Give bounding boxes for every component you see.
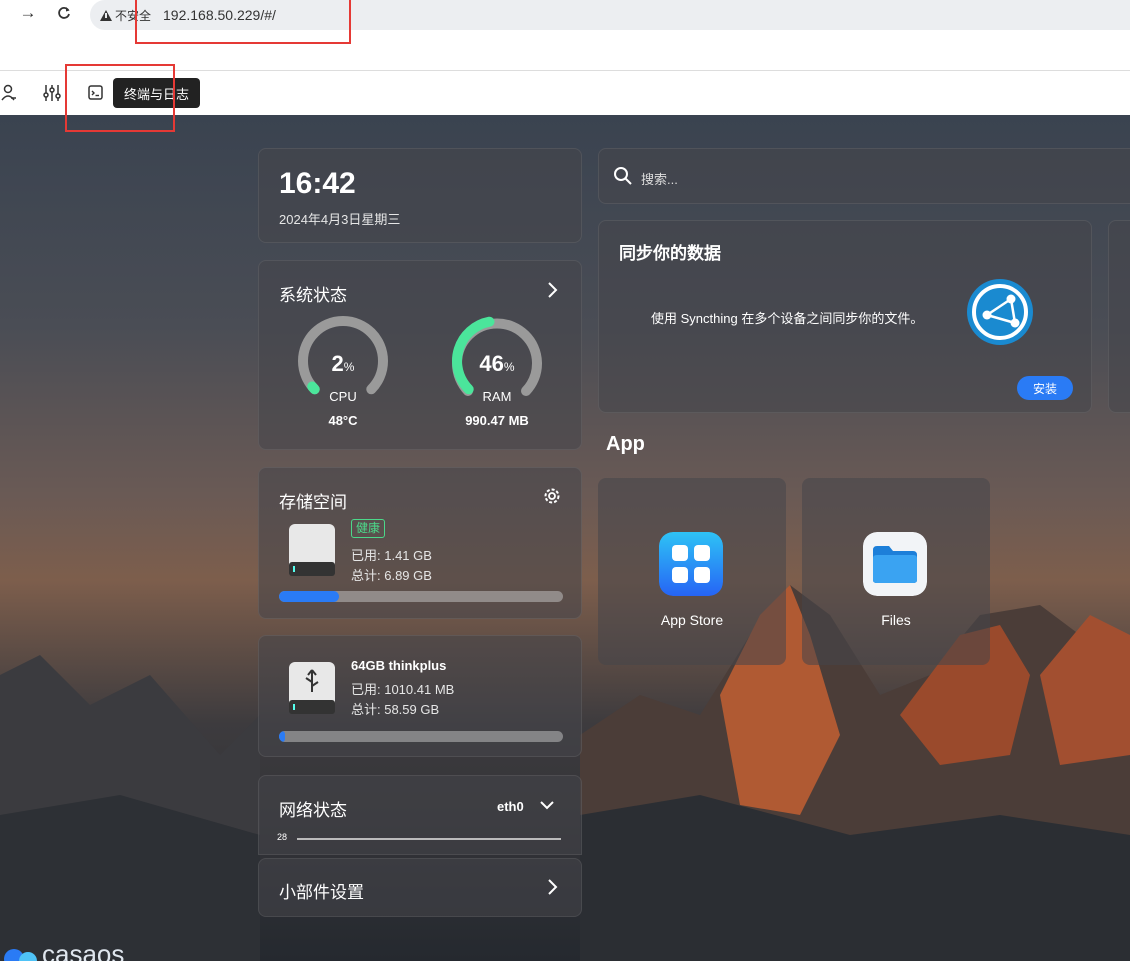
widget-settings-button[interactable]: 小部件设置 — [258, 858, 582, 917]
sync-title: 同步你的数据 — [619, 244, 721, 263]
settings-sliders-icon[interactable] — [42, 83, 62, 103]
network-interface-select[interactable]: eth0 — [497, 799, 524, 814]
chevron-right-icon — [548, 879, 558, 895]
reload-icon[interactable] — [52, 0, 76, 26]
network-axis-value: 28 — [277, 832, 288, 842]
next-card-edge — [1108, 220, 1130, 413]
app-store-tile[interactable]: App Store — [598, 478, 786, 665]
network-chart-line — [297, 838, 561, 840]
ram-unit: % — [503, 360, 515, 374]
syncthing-card: 同步你的数据 使用 Syncthing 在多个设备之间同步你的文件。 安装 — [598, 220, 1092, 413]
usb-total: 总计: 58.59 GB — [351, 702, 440, 717]
system-status-widget: 系统状态 2% CPU 48°C 46% RAM 990.47 MB — [258, 260, 582, 450]
ram-label: RAM — [482, 389, 512, 404]
app-store-icon — [659, 532, 723, 596]
ram-percent: 46% — [447, 351, 547, 377]
insecure-label: 不安全 — [115, 8, 152, 23]
search-bar[interactable]: 搜索... — [598, 148, 1130, 204]
folder-icon — [863, 532, 927, 596]
browser-bar: → 不安全 192.168.50.229/#/ — [0, 0, 1130, 30]
insecure-indicator[interactable]: 不安全 — [100, 7, 151, 24]
usb-usage-bar — [279, 731, 563, 742]
storage-widget: 存储空间 健康 已用: 1.41 GB 总计: 6.89 GB — [258, 467, 582, 619]
widget-settings-title: 小部件设置 — [279, 883, 364, 902]
usb-name: 64GB thinkplus — [351, 658, 447, 673]
search-icon — [614, 167, 632, 185]
storage-total: 总计: 6.89 GB — [351, 568, 432, 583]
terminal-tooltip: 终端与日志 — [113, 78, 201, 108]
usb-usage-fill — [279, 731, 285, 742]
user-icon[interactable] — [0, 83, 20, 103]
files-label: Files — [881, 612, 911, 628]
cpu-temp: 48°C — [328, 413, 358, 428]
cpu-label: CPU — [329, 389, 357, 404]
storage-usage-fill — [279, 591, 339, 602]
usb-drive-icon — [289, 662, 335, 714]
casaos-logo: casaos — [4, 941, 124, 961]
ram-value: 46 — [479, 351, 504, 376]
clock-widget: 16:42 2024年4月3日星期三 — [258, 148, 582, 243]
system-status-title: 系统状态 — [279, 286, 347, 305]
warning-icon — [100, 9, 112, 21]
install-button[interactable]: 安装 — [1017, 376, 1073, 400]
svg-text:casaos: casaos — [42, 941, 124, 961]
desktop-background: 16:42 2024年4月3日星期三 系统状态 2% CPU 48°C 46% … — [0, 115, 1130, 961]
storage-title: 存储空间 — [279, 493, 347, 512]
status-badge: 健康 — [351, 519, 386, 538]
apps-heading: App — [606, 433, 645, 455]
clock-date: 2024年4月3日星期三 — [279, 212, 401, 227]
forward-icon[interactable]: → — [16, 0, 40, 26]
network-title: 网络状态 — [279, 801, 347, 820]
ram-used: 990.47 MB — [465, 413, 529, 428]
network-widget: 网络状态 eth0 28 — [258, 775, 582, 855]
gear-icon[interactable] — [543, 487, 561, 505]
address-bar[interactable]: 不安全 192.168.50.229/#/ — [90, 0, 1130, 30]
cpu-value: 2 — [331, 351, 344, 376]
usb-used: 已用: 1010.41 MB — [351, 682, 455, 697]
cpu-unit: % — [343, 360, 355, 374]
syncthing-logo-icon — [967, 279, 1033, 345]
disk-drive-icon — [289, 524, 335, 576]
app-store-label: App Store — [660, 612, 724, 628]
storage-usage-bar — [279, 591, 563, 602]
files-tile[interactable]: Files — [802, 478, 990, 665]
clock-time: 16:42 — [279, 167, 356, 200]
chevron-right-icon[interactable] — [545, 281, 561, 299]
url-text[interactable]: 192.168.50.229/#/ — [163, 7, 276, 23]
usb-drive-widget: 64GB thinkplus 已用: 1010.41 MB 总计: 58.59 … — [258, 635, 582, 757]
cpu-percent: 2% — [293, 351, 393, 377]
sync-description: 使用 Syncthing 在多个设备之间同步你的文件。 — [651, 311, 924, 326]
search-input[interactable]: 搜索... — [641, 169, 678, 188]
storage-used: 已用: 1.41 GB — [351, 548, 432, 563]
chevron-down-icon[interactable] — [539, 798, 555, 812]
terminal-icon[interactable] — [86, 83, 106, 103]
